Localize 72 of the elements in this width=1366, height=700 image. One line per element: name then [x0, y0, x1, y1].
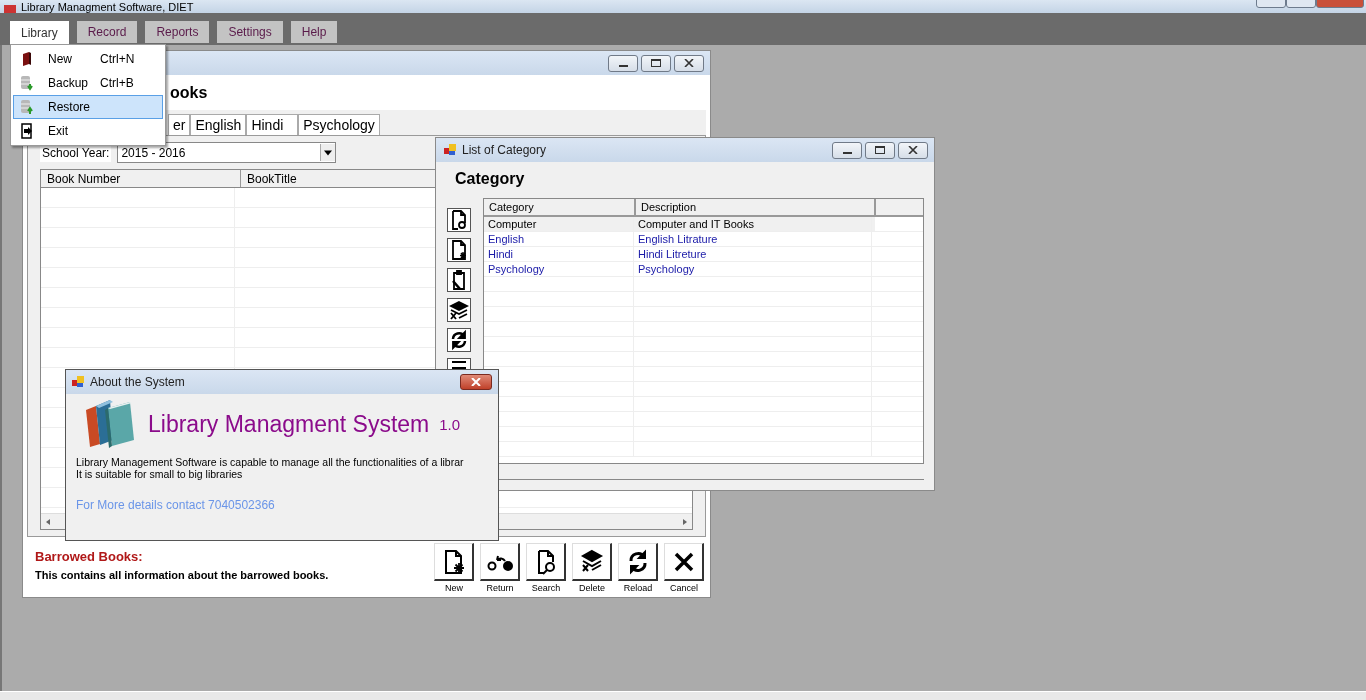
- button-caption: Delete: [579, 583, 605, 593]
- scroll-right-icon[interactable]: [682, 517, 688, 526]
- table-row[interactable]: English English Litrature: [484, 232, 923, 247]
- version-number: 1.0: [439, 415, 461, 433]
- minimize-button[interactable]: [832, 141, 862, 159]
- close-button[interactable]: [460, 374, 492, 390]
- table-cell: Computer: [484, 217, 634, 231]
- category-tab[interactable]: Hindi: [246, 114, 299, 135]
- menu-tab[interactable]: Library: [10, 21, 69, 45]
- table-cell: Psychology: [634, 262, 872, 276]
- cancel-icon-button[interactable]: [664, 543, 704, 581]
- category-tab[interactable]: English: [190, 114, 247, 135]
- button-caption: Reload: [623, 583, 653, 593]
- database-icon: [19, 75, 35, 91]
- close-button[interactable]: [674, 54, 704, 72]
- column-header[interactable]: Category: [484, 199, 636, 215]
- category-tab[interactable]: er: [168, 114, 191, 135]
- description-text: It is suitable for small to big libraries: [76, 468, 244, 480]
- school-year-dropdown[interactable]: 2015 - 2016: [117, 142, 337, 163]
- product-name: Library Managment System: [148, 410, 430, 438]
- menu-tab[interactable]: Reports: [145, 21, 210, 43]
- new-icon-button[interactable]: [447, 238, 471, 262]
- section-title: Barrowed Books:: [35, 549, 144, 564]
- table-row[interactable]: Computer Computer and IT Books: [484, 217, 923, 232]
- column-header[interactable]: Description: [636, 199, 876, 215]
- table-cell: Hindi Litreture: [634, 247, 872, 261]
- close-button[interactable]: [898, 141, 928, 159]
- minimize-button[interactable]: [608, 54, 638, 72]
- menu-item[interactable]: New Ctrl+N: [13, 47, 163, 71]
- window-icon: [72, 376, 85, 388]
- button-caption: Cancel: [670, 583, 698, 593]
- table-row[interactable]: Psychology Psychology: [484, 262, 923, 277]
- table-cell: Psychology: [484, 262, 634, 276]
- close-icon: [684, 59, 694, 67]
- table-cell: English: [484, 232, 634, 246]
- close-icon: [908, 146, 918, 154]
- return-icon-button[interactable]: [480, 543, 520, 581]
- table-cell: English Litrature: [634, 232, 872, 246]
- close-icon: [471, 378, 481, 386]
- delete-icon-button[interactable]: [447, 298, 471, 322]
- category-tab[interactable]: Psychology: [298, 114, 380, 135]
- menu-item[interactable]: Exit: [13, 119, 163, 143]
- window-title: List of Category: [462, 143, 547, 157]
- menu-tab[interactable]: Record: [76, 21, 138, 43]
- database-icon: [19, 99, 35, 115]
- scroll-left-icon[interactable]: [45, 517, 51, 526]
- button-caption: New: [445, 583, 463, 593]
- form-heading: ooks: [170, 83, 208, 102]
- table-cell: Hindi: [484, 247, 634, 261]
- menu-item[interactable]: Backup Ctrl+B: [13, 71, 163, 95]
- section-description: This contains all information about the barrowed books.: [35, 569, 329, 581]
- column-header[interactable]: Book Number: [41, 170, 241, 187]
- app-title: Library Managment Software, DIET: [21, 1, 194, 13]
- maximize-button[interactable]: [865, 141, 895, 159]
- button-caption: Search: [531, 583, 561, 593]
- search-icon-button[interactable]: [447, 208, 471, 232]
- description-text: Library Management Software is capable to manage all the functionalities of a librar: [76, 456, 465, 468]
- app-icon: [4, 5, 16, 13]
- maximize-button[interactable]: [641, 54, 671, 72]
- menu-tab[interactable]: Help: [290, 21, 338, 43]
- window-icon: [444, 144, 457, 156]
- window-title: About the System: [90, 375, 185, 389]
- table-cell: Computer and IT Books: [634, 217, 872, 231]
- menu-tab[interactable]: Settings: [217, 21, 283, 43]
- form-heading: Category: [455, 170, 526, 188]
- exit-icon: [19, 123, 35, 139]
- column-header[interactable]: BookTitle: [247, 171, 297, 186]
- edit-icon-button[interactable]: [447, 268, 471, 292]
- button-caption: Return: [486, 583, 514, 593]
- reload-icon-button[interactable]: [447, 328, 471, 352]
- table-row[interactable]: Hindi Hindi Litreture: [484, 247, 923, 262]
- menu-item[interactable]: Restore: [13, 95, 163, 119]
